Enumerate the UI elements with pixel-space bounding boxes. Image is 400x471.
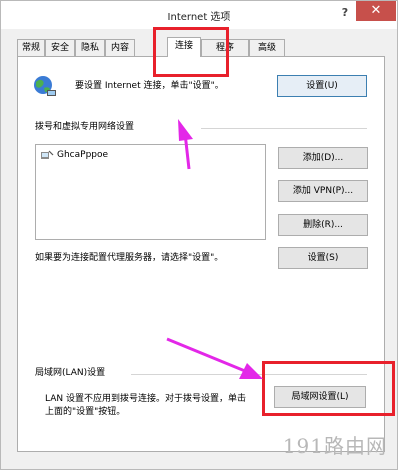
internet-options-window: Internet 选项 ? ✕ 常规 安全 隐私 内容 连接 程序 高级 要设置… <box>0 0 398 470</box>
arrow-right <box>166 337 246 373</box>
arrow-up-head <box>178 119 193 141</box>
tab-connections[interactable]: 连接 <box>167 37 201 57</box>
annotation-arrows <box>166 119 263 379</box>
watermark: 191路由网 <box>282 434 387 458</box>
